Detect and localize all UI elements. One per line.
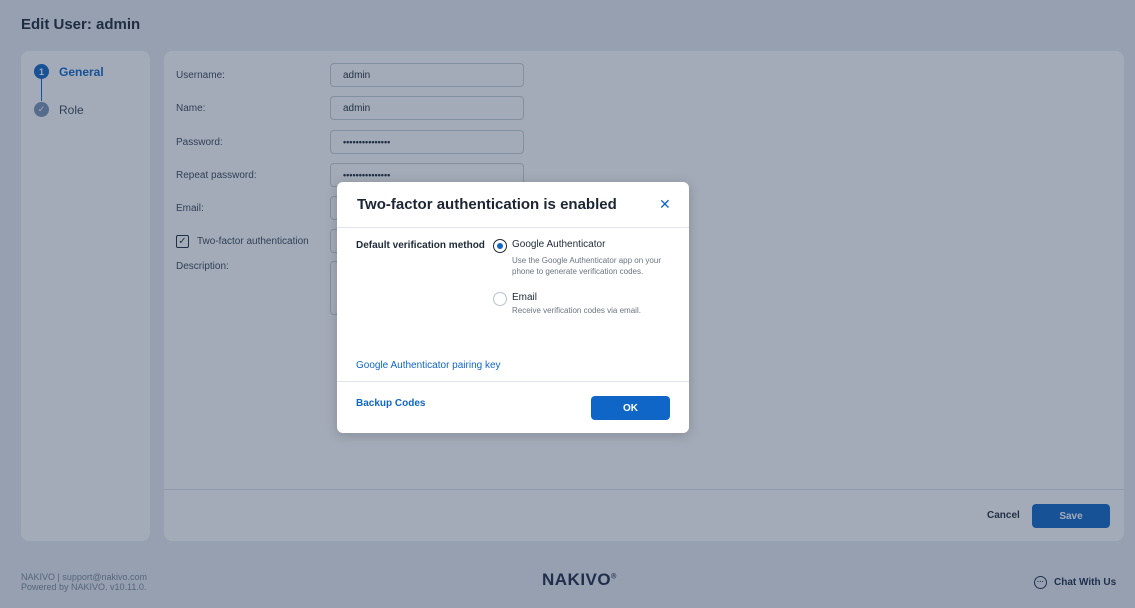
radio-selected-icon (493, 239, 507, 253)
radio-email[interactable]: Email (493, 292, 537, 306)
radio-google-authenticator[interactable]: Google Authenticator (493, 239, 605, 253)
option-description: Use the Google Authenticator app on your… (512, 256, 661, 276)
dialog-footer-divider (337, 381, 689, 382)
radio-unselected-icon (493, 292, 507, 306)
pairing-key-link[interactable]: Google Authenticator pairing key (356, 360, 501, 371)
option-label: Email (512, 292, 538, 303)
dialog-header-divider (337, 227, 689, 228)
dialog-title: Two-factor authentication is enabled (357, 196, 617, 213)
close-icon[interactable]: ✕ (659, 196, 671, 213)
option-label: Google Authenticator (512, 239, 606, 250)
option-description: Receive verification codes via email. (512, 306, 641, 315)
ok-button[interactable]: OK (591, 396, 670, 420)
backup-codes-link[interactable]: Backup Codes (356, 398, 425, 409)
verification-method-label: Default verification method (356, 240, 485, 251)
two-factor-dialog: Two-factor authentication is enabled ✕ D… (337, 182, 689, 433)
